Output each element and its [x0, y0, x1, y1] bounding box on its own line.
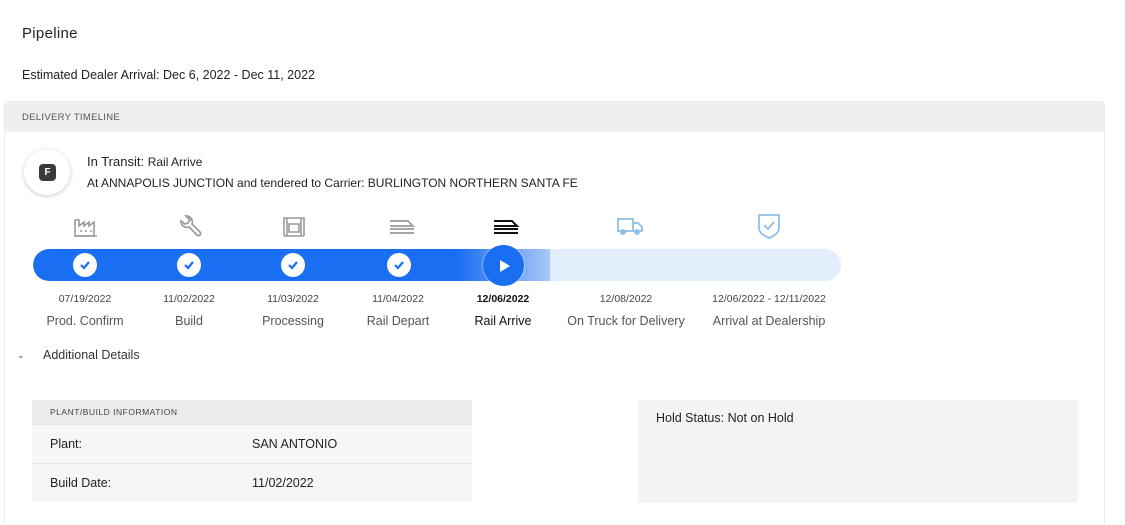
row-key: Build Date: [50, 476, 112, 490]
progress-track [33, 249, 841, 281]
hold-status-box: Hold Status: Not on Hold [638, 400, 1078, 503]
step-processing-check[interactable] [281, 253, 305, 277]
factory-icon [71, 211, 101, 241]
step-label: Prod. Confirm [46, 314, 124, 328]
processing-icon [279, 211, 309, 241]
truck-icon [615, 211, 645, 241]
rail-car-icon-current [491, 211, 521, 241]
step-prod-confirm-check[interactable] [73, 253, 97, 277]
step-label: Build [175, 314, 203, 328]
chevron-down-icon: ⌄ [17, 349, 25, 360]
status-prefix: In Transit: [87, 154, 148, 169]
step-date: 12/06/2022 - 12/11/2022 [712, 293, 826, 305]
row-value: 11/02/2022 [252, 476, 314, 490]
step-label: Arrival at Dealership [712, 314, 826, 328]
status-value: Rail Arrive [147, 155, 203, 169]
step-label: On Truck for Delivery [567, 314, 685, 328]
brand-avatar: F [24, 149, 70, 195]
step-label-current: Rail Arrive [474, 314, 532, 328]
step-date: 11/02/2022 [163, 293, 215, 305]
hold-status: Hold Status: Not on Hold [656, 411, 794, 425]
location-text: At ANNAPOLIS JUNCTION and tendered to Ca… [87, 176, 578, 190]
card-header: DELIVERY TIMELINE [5, 102, 1104, 132]
estimated-arrival: Estimated Dealer Arrival: Dec 6, 2022 - … [22, 68, 315, 82]
step-date: 11/03/2022 [267, 293, 319, 305]
rail-car-icon [387, 211, 417, 241]
step-rail-arrive-play[interactable] [483, 245, 524, 286]
wrench-icon [175, 211, 205, 241]
row-value: SAN ANTONIO [252, 437, 338, 451]
plant-build-header: PLANT/BUILD INFORMATION [32, 400, 472, 424]
step-date: 11/04/2022 [372, 293, 424, 305]
step-build-check[interactable] [177, 253, 201, 277]
brand-badge: F [39, 164, 56, 181]
delivery-timeline-card: DELIVERY TIMELINE F In Transit: Rail Arr… [4, 101, 1105, 525]
row-key: Plant: [50, 437, 82, 451]
additional-details-label: Additional Details [43, 348, 140, 362]
plant-build-info: PLANT/BUILD INFORMATION Plant: SAN ANTON… [32, 400, 472, 502]
step-date-current: 12/06/2022 [476, 293, 530, 305]
step-date: 07/19/2022 [58, 293, 112, 305]
table-row: Build Date: 11/02/2022 [32, 463, 472, 502]
shield-check-icon [754, 211, 784, 241]
step-label: Processing [262, 314, 324, 328]
page-title: Pipeline [22, 25, 78, 42]
step-rail-depart-check[interactable] [387, 253, 411, 277]
transit-status: In Transit: Rail Arrive [87, 154, 202, 169]
step-date: 12/08/2022 [599, 293, 653, 305]
table-row: Plant: SAN ANTONIO [32, 424, 472, 463]
additional-details-toggle[interactable]: ⌄ Additional Details [17, 348, 140, 362]
step-label: Rail Depart [366, 314, 430, 328]
